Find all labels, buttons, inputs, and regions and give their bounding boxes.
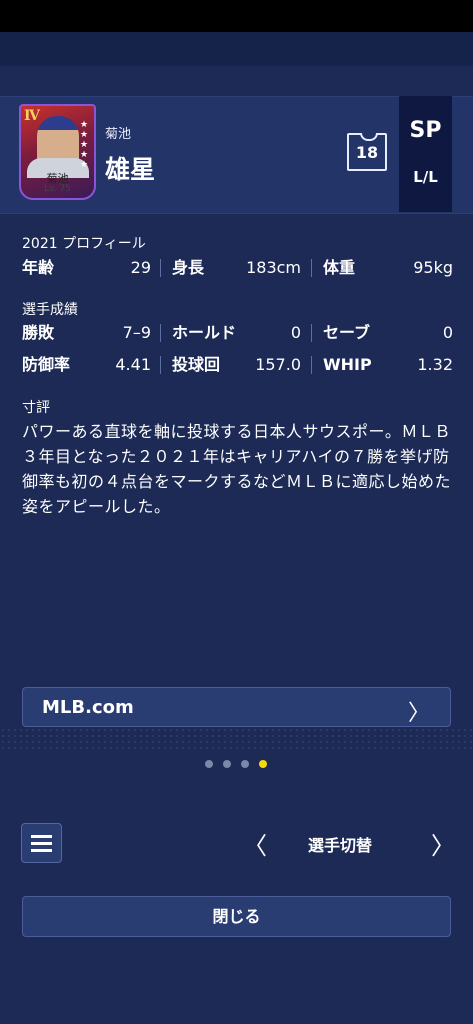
stats-row-2: 防御率 4.41 投球回 157.0 WHIP 1.32 <box>22 352 453 378</box>
height-value: 183cm <box>246 258 301 277</box>
close-button[interactable]: 閉じる <box>22 896 451 937</box>
top-band <box>0 32 473 66</box>
era-label: 防御率 <box>22 355 71 374</box>
divider <box>311 356 312 374</box>
position-panel: SP L/L <box>399 96 452 212</box>
position: SP <box>409 118 442 143</box>
innings-label: 投球回 <box>172 355 221 374</box>
stats-row-1: 勝敗 7–9 ホールド 0 セーブ 0 <box>22 320 453 346</box>
whip-value: 1.32 <box>417 355 453 374</box>
menu-icon <box>31 835 52 838</box>
profile-title: 2021 プロフィール <box>22 236 146 252</box>
page-indicator <box>205 758 269 770</box>
menu-button[interactable] <box>21 823 62 863</box>
top-band-lower <box>0 66 473 94</box>
profile-row: 年齢 29 身長 183cm 体重 95kg <box>22 255 453 281</box>
comment-text: パワーある直球を軸に投球する日本人サウスポー。ＭＬＢ３年目となった２０２１年はキ… <box>22 422 452 516</box>
innings-value: 157.0 <box>255 355 301 374</box>
mlb-link-button[interactable]: MLB.com 〉 <box>22 687 451 727</box>
player-card: Ⅳ ★ ★ ★ ★ ★ 菊池 Lv. 75 <box>19 104 96 200</box>
handedness: L/L <box>413 168 438 186</box>
whip-label: WHIP <box>323 355 372 374</box>
save-value: 0 <box>442 323 453 342</box>
card-level: Lv. 75 <box>44 184 71 194</box>
player-last-name: 菊池 <box>105 127 132 142</box>
win-loss-label: 勝敗 <box>22 323 55 342</box>
hold-value: 0 <box>290 323 301 342</box>
next-player-button[interactable]: 〉 <box>431 826 455 861</box>
status-bar <box>0 0 473 32</box>
menu-icon <box>31 842 52 845</box>
comment-title: 寸評 <box>22 400 50 416</box>
divider <box>311 324 312 342</box>
save-label: セーブ <box>323 323 371 342</box>
stats-title: 選手成績 <box>22 302 78 318</box>
divider <box>160 356 161 374</box>
switch-player-label: 選手切替 <box>308 836 373 855</box>
weight-value: 95kg <box>413 258 453 277</box>
divider <box>160 324 161 342</box>
page-dot-active[interactable] <box>259 760 267 768</box>
age-label: 年齢 <box>22 258 55 277</box>
hold-label: ホールド <box>172 323 237 342</box>
era-value: 4.41 <box>115 355 151 374</box>
divider <box>311 259 312 277</box>
dotted-pattern <box>0 727 473 751</box>
weight-label: 体重 <box>323 258 356 277</box>
mlb-link-label: MLB.com <box>42 697 134 718</box>
menu-icon <box>31 849 52 852</box>
height-label: 身長 <box>172 258 205 277</box>
page-dot[interactable] <box>223 760 231 768</box>
rank-stars-icon: ★ ★ ★ ★ ★ <box>80 120 89 170</box>
card-rank-icon: Ⅳ <box>24 108 40 124</box>
chevron-right-icon: 〉 <box>407 701 430 726</box>
page-dot[interactable] <box>241 760 249 768</box>
win-loss-value: 7–9 <box>122 323 151 342</box>
player-first-name: 雄星 <box>105 155 156 184</box>
uniform-number-icon: 18 <box>347 133 387 171</box>
page-dot[interactable] <box>205 760 213 768</box>
divider <box>160 259 161 277</box>
age-value: 29 <box>130 258 151 277</box>
previous-player-button[interactable]: 〈 <box>243 826 267 861</box>
